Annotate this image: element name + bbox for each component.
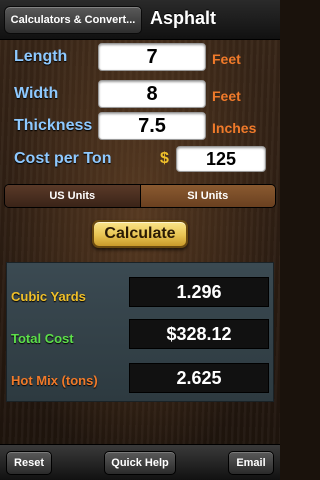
length-input[interactable]: 7 — [98, 43, 206, 71]
units-segmented-control: US Units SI Units — [4, 184, 276, 208]
thickness-unit: Inches — [212, 120, 257, 136]
thickness-input[interactable]: 7.5 — [98, 112, 206, 140]
si-units-tab[interactable]: SI Units — [140, 185, 275, 207]
email-button[interactable]: Email — [228, 451, 274, 475]
currency-symbol: $ — [160, 150, 169, 167]
cubic-yards-label: Cubic Yards — [11, 289, 86, 304]
results-panel: Cubic Yards 1.296 Total Cost $328.12 Hot… — [6, 262, 274, 402]
us-units-tab[interactable]: US Units — [5, 185, 141, 207]
cubic-yards-value: 1.296 — [129, 277, 269, 307]
asphalt-calculator-screen: Calculators & Convert... Asphalt Length … — [0, 0, 280, 480]
thickness-label: Thickness — [14, 117, 93, 134]
reset-button[interactable]: Reset — [6, 451, 52, 475]
total-cost-value: $328.12 — [129, 319, 269, 349]
length-unit: Feet — [212, 51, 241, 67]
calculate-button[interactable]: Calculate — [92, 220, 188, 248]
length-label: Length — [14, 48, 68, 65]
width-label: Width — [14, 85, 59, 102]
quick-help-button[interactable]: Quick Help — [104, 451, 176, 475]
total-cost-label: Total Cost — [11, 331, 74, 346]
bottom-toolbar: Reset Quick Help Email — [0, 444, 280, 480]
back-button[interactable]: Calculators & Convert... — [4, 6, 142, 34]
width-unit: Feet — [212, 88, 241, 104]
hot-mix-value: 2.625 — [129, 363, 269, 393]
width-input[interactable]: 8 — [98, 80, 206, 108]
cost-per-ton-input[interactable]: 125 — [176, 146, 266, 172]
hot-mix-label: Hot Mix (tons) — [11, 373, 98, 388]
navigation-bar: Calculators & Convert... Asphalt — [0, 0, 280, 40]
cost-per-ton-label: Cost per Ton — [14, 150, 112, 167]
page-title: Asphalt — [150, 8, 217, 28]
